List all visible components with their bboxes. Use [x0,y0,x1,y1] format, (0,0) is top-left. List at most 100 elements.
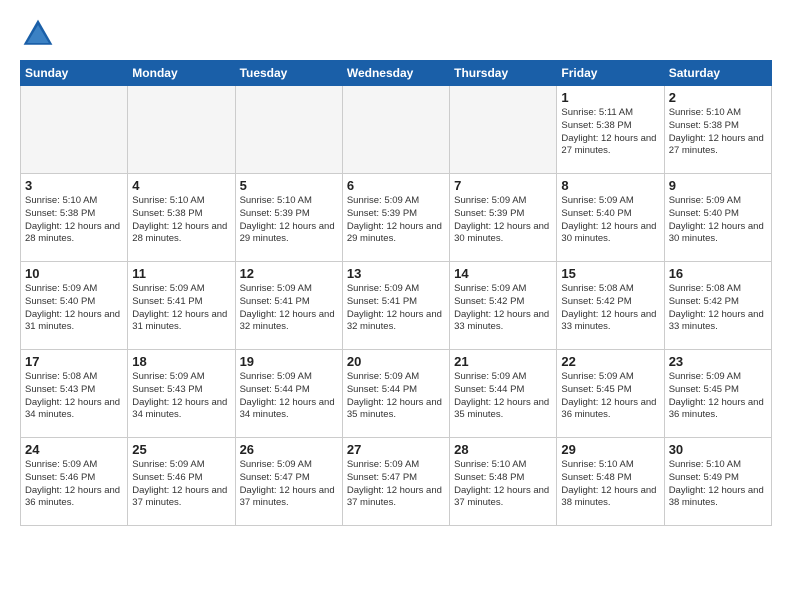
day-info: Sunrise: 5:09 AM Sunset: 5:43 PM Dayligh… [132,371,230,422]
calendar-cell: 24Sunrise: 5:09 AM Sunset: 5:46 PM Dayli… [21,438,128,526]
calendar-cell: 27 Sunrise: 5:09 AM Sunset: 5:47 PM Dayli… [342,438,449,526]
day-number: 21 [454,354,552,369]
day-number: 27 [347,442,445,457]
day-number: 16 [669,266,767,281]
day-number: 23 [669,354,767,369]
day-number: 7 [454,178,552,193]
col-header-saturday: Saturday [664,61,771,86]
day-info: Sunrise: 5:09 AM Sunset: 5:44 PM Dayligh… [240,371,338,422]
day-number: 14 [454,266,552,281]
day-number: 26 [240,442,338,457]
calendar-cell: 1Sunrise: 5:11 AM Sunset: 5:38 PM Daylig… [557,86,664,174]
calendar-cell: 7 Sunrise: 5:09 AM Sunset: 5:39 PM Daylig… [450,174,557,262]
day-number: 19 [240,354,338,369]
calendar-cell [342,86,449,174]
day-number: 28 [454,442,552,457]
day-number: 6 [347,178,445,193]
calendar-cell: 19 Sunrise: 5:09 AM Sunset: 5:44 PM Dayli… [235,350,342,438]
calendar-cell: 16 Sunrise: 5:08 AM Sunset: 5:42 PM Dayli… [664,262,771,350]
calendar-cell: 22 Sunrise: 5:09 AM Sunset: 5:45 PM Dayli… [557,350,664,438]
day-info: Sunrise: 5:09 AM Sunset: 5:45 PM Dayligh… [561,371,659,422]
calendar-cell: 4 Sunrise: 5:10 AM Sunset: 5:38 PM Daylig… [128,174,235,262]
day-info: Sunrise: 5:09 AM Sunset: 5:46 PM Dayligh… [132,459,230,510]
col-header-sunday: Sunday [21,61,128,86]
calendar-cell: 3Sunrise: 5:10 AM Sunset: 5:38 PM Daylig… [21,174,128,262]
day-info: Sunrise: 5:10 AM Sunset: 5:38 PM Dayligh… [132,195,230,246]
col-header-thursday: Thursday [450,61,557,86]
calendar-cell: 28 Sunrise: 5:10 AM Sunset: 5:48 PM Dayli… [450,438,557,526]
day-number: 17 [25,354,123,369]
calendar-cell: 12 Sunrise: 5:09 AM Sunset: 5:41 PM Dayli… [235,262,342,350]
day-number: 13 [347,266,445,281]
day-info: Sunrise: 5:09 AM Sunset: 5:45 PM Dayligh… [669,371,767,422]
day-info: Sunrise: 5:08 AM Sunset: 5:42 PM Dayligh… [669,283,767,334]
day-info: Sunrise: 5:10 AM Sunset: 5:48 PM Dayligh… [454,459,552,510]
calendar-cell: 5 Sunrise: 5:10 AM Sunset: 5:39 PM Daylig… [235,174,342,262]
day-info: Sunrise: 5:09 AM Sunset: 5:47 PM Dayligh… [240,459,338,510]
header-row: SundayMondayTuesdayWednesdayThursdayFrid… [21,61,772,86]
day-info: Sunrise: 5:09 AM Sunset: 5:40 PM Dayligh… [669,195,767,246]
day-info: Sunrise: 5:09 AM Sunset: 5:47 PM Dayligh… [347,459,445,510]
calendar-cell: 14 Sunrise: 5:09 AM Sunset: 5:42 PM Dayli… [450,262,557,350]
day-number: 22 [561,354,659,369]
calendar-cell [235,86,342,174]
calendar-cell: 25 Sunrise: 5:09 AM Sunset: 5:46 PM Dayli… [128,438,235,526]
page: SundayMondayTuesdayWednesdayThursdayFrid… [0,0,792,542]
calendar-cell: 15 Sunrise: 5:08 AM Sunset: 5:42 PM Dayli… [557,262,664,350]
day-info: Sunrise: 5:09 AM Sunset: 5:39 PM Dayligh… [347,195,445,246]
calendar-cell: 30 Sunrise: 5:10 AM Sunset: 5:49 PM Dayli… [664,438,771,526]
col-header-monday: Monday [128,61,235,86]
calendar-cell: 29Sunrise: 5:10 AM Sunset: 5:48 PM Dayli… [557,438,664,526]
calendar-cell: 26 Sunrise: 5:09 AM Sunset: 5:47 PM Dayli… [235,438,342,526]
day-number: 4 [132,178,230,193]
calendar-cell: 6 Sunrise: 5:09 AM Sunset: 5:39 PM Daylig… [342,174,449,262]
day-number: 20 [347,354,445,369]
day-number: 18 [132,354,230,369]
day-number: 8 [561,178,659,193]
calendar-cell: 23 Sunrise: 5:09 AM Sunset: 5:45 PM Dayli… [664,350,771,438]
day-info: Sunrise: 5:09 AM Sunset: 5:42 PM Dayligh… [454,283,552,334]
calendar-cell [128,86,235,174]
day-info: Sunrise: 5:10 AM Sunset: 5:38 PM Dayligh… [25,195,123,246]
day-number: 15 [561,266,659,281]
week-row-0: 1Sunrise: 5:11 AM Sunset: 5:38 PM Daylig… [21,86,772,174]
day-number: 30 [669,442,767,457]
day-info: Sunrise: 5:08 AM Sunset: 5:42 PM Dayligh… [561,283,659,334]
day-number: 25 [132,442,230,457]
day-info: Sunrise: 5:09 AM Sunset: 5:40 PM Dayligh… [561,195,659,246]
day-number: 5 [240,178,338,193]
calendar-table: SundayMondayTuesdayWednesdayThursdayFrid… [20,60,772,526]
week-row-1: 3Sunrise: 5:10 AM Sunset: 5:38 PM Daylig… [21,174,772,262]
calendar-cell: 10 Sunrise: 5:09 AM Sunset: 5:40 PM Dayli… [21,262,128,350]
day-number: 2 [669,90,767,105]
day-info: Sunrise: 5:08 AM Sunset: 5:43 PM Dayligh… [25,371,123,422]
day-info: Sunrise: 5:10 AM Sunset: 5:38 PM Dayligh… [669,107,767,158]
day-info: Sunrise: 5:09 AM Sunset: 5:41 PM Dayligh… [240,283,338,334]
calendar-cell [21,86,128,174]
day-number: 10 [25,266,123,281]
day-number: 11 [132,266,230,281]
calendar-cell: 8 Sunrise: 5:09 AM Sunset: 5:40 PM Daylig… [557,174,664,262]
day-info: Sunrise: 5:10 AM Sunset: 5:49 PM Dayligh… [669,459,767,510]
calendar-cell: 13 Sunrise: 5:09 AM Sunset: 5:41 PM Dayli… [342,262,449,350]
day-info: Sunrise: 5:09 AM Sunset: 5:39 PM Dayligh… [454,195,552,246]
calendar-cell: 18 Sunrise: 5:09 AM Sunset: 5:43 PM Dayli… [128,350,235,438]
day-number: 24 [25,442,123,457]
calendar-cell: 17 Sunrise: 5:08 AM Sunset: 5:43 PM Dayli… [21,350,128,438]
logo [20,16,60,52]
calendar-cell: 20 Sunrise: 5:09 AM Sunset: 5:44 PM Dayli… [342,350,449,438]
day-number: 12 [240,266,338,281]
day-info: Sunrise: 5:09 AM Sunset: 5:40 PM Dayligh… [25,283,123,334]
calendar-cell: 21 Sunrise: 5:09 AM Sunset: 5:44 PM Dayli… [450,350,557,438]
day-info: Sunrise: 5:10 AM Sunset: 5:39 PM Dayligh… [240,195,338,246]
day-info: Sunrise: 5:09 AM Sunset: 5:41 PM Dayligh… [132,283,230,334]
day-info: Sunrise: 5:09 AM Sunset: 5:44 PM Dayligh… [454,371,552,422]
day-number: 9 [669,178,767,193]
day-info: Sunrise: 5:09 AM Sunset: 5:41 PM Dayligh… [347,283,445,334]
day-info: Sunrise: 5:11 AM Sunset: 5:38 PM Dayligh… [561,107,659,158]
col-header-tuesday: Tuesday [235,61,342,86]
week-row-2: 10 Sunrise: 5:09 AM Sunset: 5:40 PM Dayli… [21,262,772,350]
day-info: Sunrise: 5:09 AM Sunset: 5:44 PM Dayligh… [347,371,445,422]
day-number: 29 [561,442,659,457]
week-row-3: 17 Sunrise: 5:08 AM Sunset: 5:43 PM Dayli… [21,350,772,438]
